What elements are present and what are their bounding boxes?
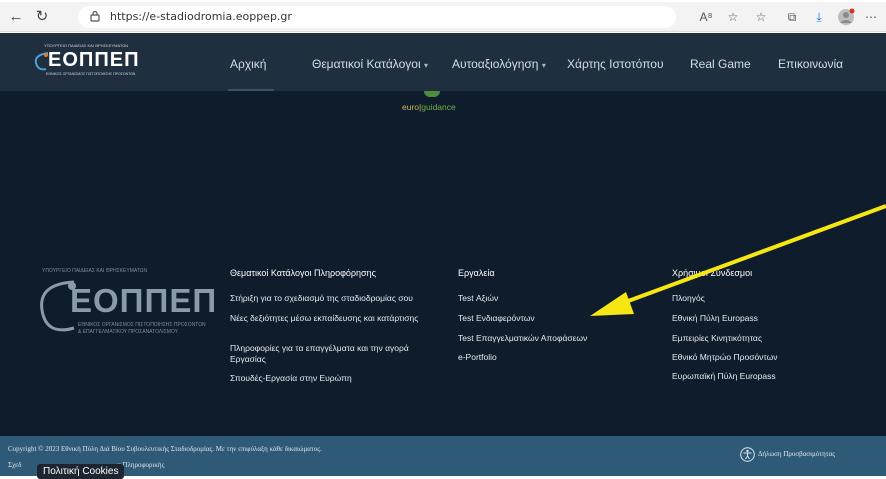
footer-link-studies-europe[interactable]: Σπουδές-Εργασία στην Ευρώπη xyxy=(230,373,440,384)
site-logo[interactable]: ΥΠΟΥΡΓΕΙΟ ΠΑΙΔΕΙΑΣ ΚΑΙ ΘΡΗΣΚΕΥΜΑΤΩΝ ΕΟΠΠ… xyxy=(30,43,139,81)
footer-link-career-decisions-test[interactable]: Test Επαγγελματικών Αποφάσεων xyxy=(458,333,648,344)
more-menu-icon[interactable]: ⋯ xyxy=(862,8,880,26)
footer-logo-subtitle-1: ΕΘΝΙΚΟΣ ΟΡΓΑΝΙΣΜΟΣ ΠΙΣΤΟΠΟΙΗΣΗΣ ΠΡΟΣΟΝΤΩ… xyxy=(78,322,206,328)
browser-toolbar: ← ↻ https://e-stadiodromia.eoppep.gr A⁸ … xyxy=(0,2,886,32)
favorites-list-icon[interactable]: ☆ xyxy=(752,8,770,26)
footer-section: euro|guidance ΥΠΟΥΡΓΕΙΟ ΠΑΙΔΕΙΑΣ ΚΑΙ ΘΡΗ… xyxy=(0,91,886,436)
footer-link-european-europass[interactable]: Ευρωπαϊκή Πύλη Europass xyxy=(672,371,862,382)
euroguidance-logo[interactable]: euro|guidance xyxy=(402,102,456,112)
footer-link-navigator[interactable]: Πλοηγός xyxy=(672,293,862,304)
accessibility-statement-link[interactable]: Δήλωση Προσβασιμότητας xyxy=(758,450,835,458)
footer-link-occupations-info[interactable]: Πληροφορίες για τα επαγγέλματα και την α… xyxy=(230,343,440,365)
refresh-icon[interactable]: ↻ xyxy=(32,7,52,27)
download-icon[interactable]: ⤓ xyxy=(810,8,828,26)
footer-link-eportfolio[interactable]: e-Portfolio xyxy=(458,352,648,363)
logo-subtitle: ΕΘΝΙΚΟΣ ΟΡΓΑΝΙΣΜΟΣ ΠΙΣΤΟΠΟΙΗΣΗΣ ΠΡΟΣΟΝΤΩ… xyxy=(46,72,136,76)
accessibility-icon xyxy=(740,447,755,462)
nav-real-game[interactable]: Real Game xyxy=(690,57,751,71)
footer-link-interests-test[interactable]: Test Ενδιαφερόντων xyxy=(458,313,648,324)
nav-home[interactable]: Αρχική xyxy=(230,57,266,71)
design-credit-end: α Πληροφορικής xyxy=(117,461,165,469)
site-header: ΥΠΟΥΡΓΕΙΟ ΠΑΙΔΕΙΑΣ ΚΑΙ ΘΡΗΣΚΕΥΜΑΤΩΝ ΕΟΠΠ… xyxy=(0,33,886,91)
footer-link-national-europass[interactable]: Εθνική Πύλη Europass xyxy=(672,313,862,324)
copyright-text: Copyright © 2023 Εθνική Πύλη Διά Βίου Συ… xyxy=(8,445,322,453)
cookie-policy-button[interactable]: Πολιτική Cookies xyxy=(37,464,125,479)
footer-link-career-support[interactable]: Στήριξη για το σχεδιασμό της σταδιοδρομί… xyxy=(230,293,440,304)
logo-wordmark: ΕΟΠΠΕΠ xyxy=(48,49,140,71)
arrow-left-icon[interactable]: ← xyxy=(6,7,26,27)
nav-self-assessment[interactable]: Αυτοαξιολόγηση ▾ xyxy=(452,57,546,71)
lock-icon xyxy=(90,10,100,22)
copyright-bar: Copyright © 2023 Εθνική Πύλη Διά Βίου Συ… xyxy=(0,436,886,479)
address-bar[interactable]: https://e-stadiodromia.eoppep.gr xyxy=(78,6,676,28)
footer-logo: ΥΠΟΥΡΓΕΙΟ ΠΑΙΔΕΙΑΣ ΚΑΙ ΘΡΗΣΚΕΥΜΑΤΩΝ ΕΟΠΠ… xyxy=(30,268,216,350)
footer-link-qualifications-register[interactable]: Εθνικό Μητρώο Προσόντων xyxy=(672,352,862,363)
chevron-down-icon: ▾ xyxy=(423,61,428,70)
url-text: https://e-stadiodromia.eoppep.gr xyxy=(110,10,292,23)
footer-link-mobility-experiences[interactable]: Εμπειρίες Κινητικότητας xyxy=(672,333,862,344)
footer-col2-title: Εργαλεία xyxy=(458,268,495,278)
footer-col3-title: Χρήσιμοι Σύνδεσμοι xyxy=(672,268,753,278)
footer-col1-title: Θεματικοί Κατάλογοι Πληροφόρησης xyxy=(230,268,376,278)
footer-logo-subtitle-2: & ΕΠΑΓΓΕΛΜΑΤΙΚΟΥ ΠΡΟΣΑΝΑΤΟΛΙΣΜΟΥ xyxy=(78,329,178,335)
collections-icon[interactable]: ⧉ xyxy=(783,8,801,26)
footer-logo-wordmark: ΕΟΠΠΕΠ xyxy=(70,282,218,319)
read-aloud-icon[interactable]: A⁸ xyxy=(697,8,715,26)
footer-link-values-test[interactable]: Test Αξιών xyxy=(458,293,648,304)
footer-logo-ministry-text: ΥΠΟΥΡΓΕΙΟ ΠΑΙΔΕΙΑΣ ΚΑΙ ΘΡΗΣΚΕΥΜΑΤΩΝ xyxy=(42,268,148,274)
chevron-down-icon: ▾ xyxy=(541,61,546,70)
favorite-star-icon[interactable]: ☆ xyxy=(724,8,742,26)
nav-contact[interactable]: Επικοινωνία xyxy=(778,57,843,71)
logo-ministry-text: ΥΠΟΥΡΓΕΙΟ ΠΑΙΔΕΙΑΣ ΚΑΙ ΘΡΗΣΚΕΥΜΑΤΩΝ xyxy=(44,43,129,48)
euroguidance-logo-mark xyxy=(424,91,440,97)
profile-avatar-icon[interactable] xyxy=(837,8,855,26)
design-credit-start: Σχεδ xyxy=(8,461,22,469)
nav-sitemap[interactable]: Χάρτης Ιστοτόπου xyxy=(567,57,664,71)
footer-link-new-skills[interactable]: Νέες δεξιότητες μέσω εκπαίδευσης και κατ… xyxy=(230,313,440,324)
nav-thematic-catalogs[interactable]: Θεματικοί Κατάλογοι ▾ xyxy=(312,57,428,71)
